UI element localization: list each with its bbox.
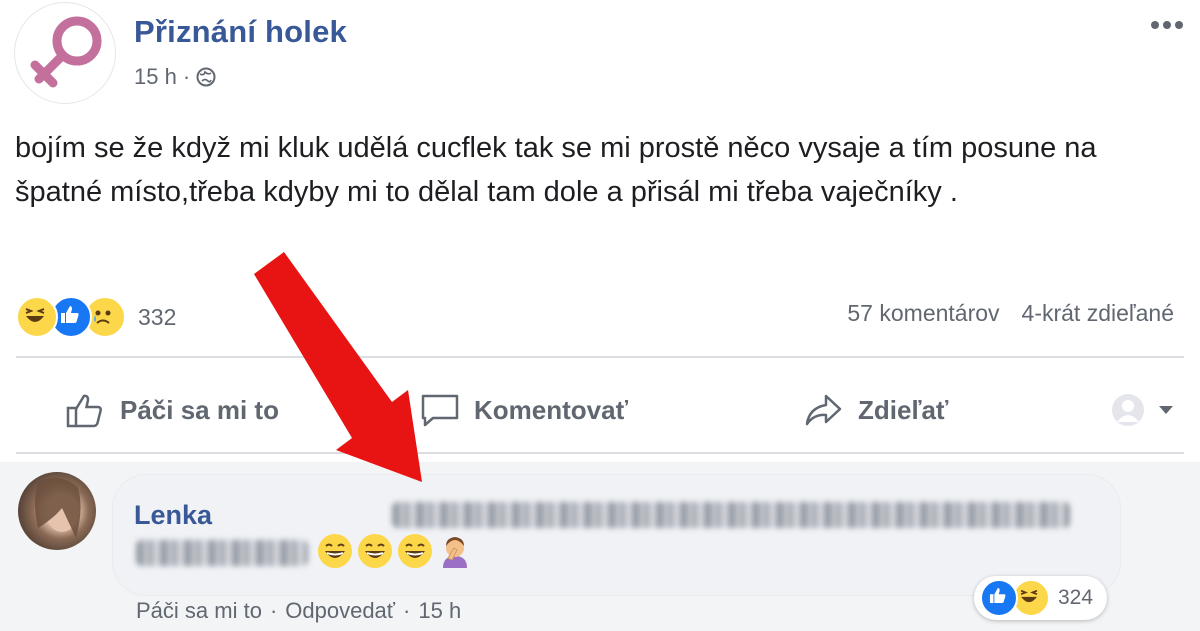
facepalm-emoji-icon — [438, 534, 472, 568]
meta-separator: · — [182, 64, 191, 89]
blurred-comment-text — [392, 502, 1070, 528]
comments-count-link[interactable]: 57 komentárov — [847, 300, 999, 327]
like-reaction-icon — [980, 579, 1018, 617]
comment-button[interactable]: Komentovať — [418, 388, 628, 432]
post-time[interactable]: 15 h — [134, 64, 177, 90]
laughing-emoji-icon — [398, 534, 432, 568]
share-button-label: Zdieľať — [858, 394, 949, 425]
chevron-down-icon — [1159, 406, 1173, 414]
haha-reaction-icon — [16, 296, 58, 338]
commenter-avatar[interactable] — [18, 472, 96, 550]
comment-reactions-summary[interactable]: 324 — [974, 576, 1108, 620]
female-symbol-icon — [30, 16, 102, 88]
comment-bubble — [112, 474, 1121, 596]
blurred-comment-text — [136, 540, 308, 566]
page-avatar[interactable] — [14, 2, 116, 104]
post-options-icon[interactable] — [1146, 12, 1188, 38]
divider-bottom — [16, 452, 1184, 454]
commenter-name-link[interactable]: Lenka — [134, 500, 212, 531]
laughing-emoji-icon — [358, 534, 392, 568]
red-arrow-annotation — [254, 252, 422, 482]
thumbs-up-icon — [66, 394, 102, 428]
comment-as-selector[interactable] — [1110, 392, 1176, 428]
share-button[interactable]: Zdieľať — [802, 388, 948, 432]
comment-button-label: Komentovať — [474, 394, 629, 425]
comment-actions: Páči sa mi to · Odpovedať · 15 h — [136, 598, 461, 624]
share-arrow-icon — [805, 394, 842, 426]
comment-action-separator: · — [403, 598, 411, 623]
comment-emojis — [318, 534, 472, 568]
comment-reaction-count: 324 — [1058, 586, 1094, 609]
comment-reply-link[interactable]: Odpovedať — [285, 598, 395, 624]
reactions-summary[interactable]: 332 — [16, 296, 176, 338]
page-name-link[interactable]: Přiznání holek — [134, 14, 347, 50]
comment-action-separator: · — [269, 598, 278, 623]
post-meta: 15 h · — [134, 64, 216, 90]
laughing-emoji-icon — [318, 534, 352, 568]
profile-avatar-icon — [1112, 394, 1144, 426]
globe-icon — [196, 67, 216, 87]
post-text: bojím se že když mi kluk udělá cucflek t… — [15, 132, 1097, 208]
shares-count-link[interactable]: 4-krát zdieľané — [1022, 300, 1174, 327]
comment-time[interactable]: 15 h — [418, 598, 461, 624]
post-stats: 57 komentárov 4-krát zdieľané — [847, 300, 1174, 327]
reaction-count: 332 — [138, 303, 177, 330]
divider-top — [16, 356, 1184, 358]
comment-like-link[interactable]: Páči sa mi to — [136, 598, 262, 624]
